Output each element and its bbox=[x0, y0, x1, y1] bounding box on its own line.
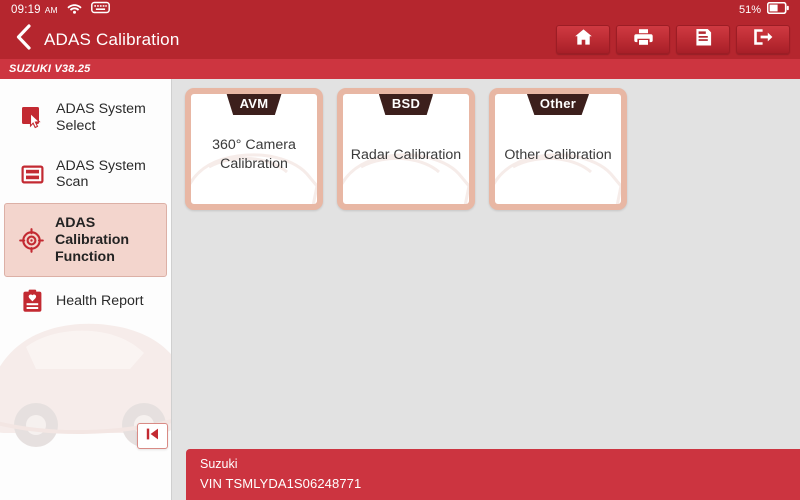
card-badge: BSD bbox=[378, 94, 434, 115]
main-content: AVM 360° Camera Calibration BSD Radar Ca… bbox=[172, 79, 800, 500]
print-button[interactable] bbox=[616, 25, 670, 54]
status-time-ampm: AM bbox=[44, 5, 58, 15]
battery-half-icon bbox=[766, 1, 789, 19]
vehicle-vin: VIN TSMLYDA1S06248771 bbox=[200, 476, 362, 492]
vehicle-version-strip: SUZUKI V38.25 bbox=[0, 59, 800, 79]
status-time: 09:19 bbox=[11, 4, 41, 16]
vehicle-version-label: SUZUKI V38.25 bbox=[9, 63, 91, 75]
sidebar-item-adas-system-select[interactable]: ADAS System Select bbox=[6, 90, 165, 146]
sidebar-item-health-report[interactable]: Health Report bbox=[6, 278, 165, 324]
back-chevron-icon bbox=[15, 24, 32, 55]
vehicle-info-bar: Suzuki VIN TSMLYDA1S06248771 bbox=[186, 449, 800, 500]
status-bar-right: 51% bbox=[739, 1, 800, 19]
card-badge: Other bbox=[526, 94, 590, 115]
app-header: ADAS Calibration bbox=[0, 20, 800, 59]
scan-icon bbox=[19, 163, 45, 186]
exit-button[interactable] bbox=[736, 25, 790, 54]
sidebar-item-adas-calibration-function[interactable]: ADAS Calibration Function bbox=[4, 203, 167, 278]
sidebar-item-adas-system-scan[interactable]: ADAS System Scan bbox=[6, 147, 165, 203]
sidebar-item-label: Health Report bbox=[56, 292, 144, 309]
card-badge: AVM bbox=[226, 94, 282, 115]
card-label: Other Calibration bbox=[504, 146, 612, 163]
sidebar-item-label: ADAS System Scan bbox=[56, 157, 146, 191]
sidebar-menu: ADAS System Select ADAS System Scan ADAS… bbox=[0, 79, 171, 324]
header-toolbar bbox=[556, 25, 800, 54]
adas-calibration-screen: 09:19 AM 51% ADAS Calibration SUZUKI V38… bbox=[0, 0, 800, 500]
home-button[interactable] bbox=[556, 25, 610, 54]
page-title: ADAS Calibration bbox=[44, 29, 180, 49]
printer-icon bbox=[633, 28, 653, 51]
document-report-icon bbox=[695, 28, 712, 52]
card-label: 360° Camera Calibration bbox=[212, 137, 296, 172]
card-avm-360-camera-calibration[interactable]: AVM 360° Camera Calibration bbox=[185, 88, 323, 210]
report-button[interactable] bbox=[676, 25, 730, 54]
sidebar-item-label: ADAS Calibration Function bbox=[55, 215, 130, 265]
sidebar-collapse-button[interactable] bbox=[137, 423, 168, 449]
battery-percent: 51% bbox=[738, 4, 761, 16]
cursor-select-icon bbox=[19, 106, 45, 129]
card-label: Radar Calibration bbox=[350, 146, 462, 163]
back-button[interactable] bbox=[6, 20, 40, 59]
crosshair-target-icon bbox=[18, 227, 44, 253]
status-bar-left: 09:19 AM bbox=[0, 1, 110, 19]
exit-icon bbox=[753, 28, 773, 51]
sidebar-item-label: ADAS System Select bbox=[56, 101, 146, 134]
collapse-left-icon bbox=[145, 427, 160, 446]
status-bar: 09:19 AM 51% bbox=[0, 0, 800, 20]
calibration-card-list: AVM 360° Camera Calibration BSD Radar Ca… bbox=[172, 79, 800, 210]
clipboard-health-icon bbox=[19, 289, 45, 313]
wifi-icon bbox=[66, 1, 82, 19]
card-other-calibration[interactable]: Other Other Calibration bbox=[489, 88, 627, 210]
vehicle-make: Suzuki bbox=[200, 457, 238, 471]
card-bsd-radar-calibration[interactable]: BSD Radar Calibration bbox=[337, 88, 475, 210]
home-icon bbox=[574, 28, 593, 51]
keyboard-icon bbox=[90, 1, 110, 19]
